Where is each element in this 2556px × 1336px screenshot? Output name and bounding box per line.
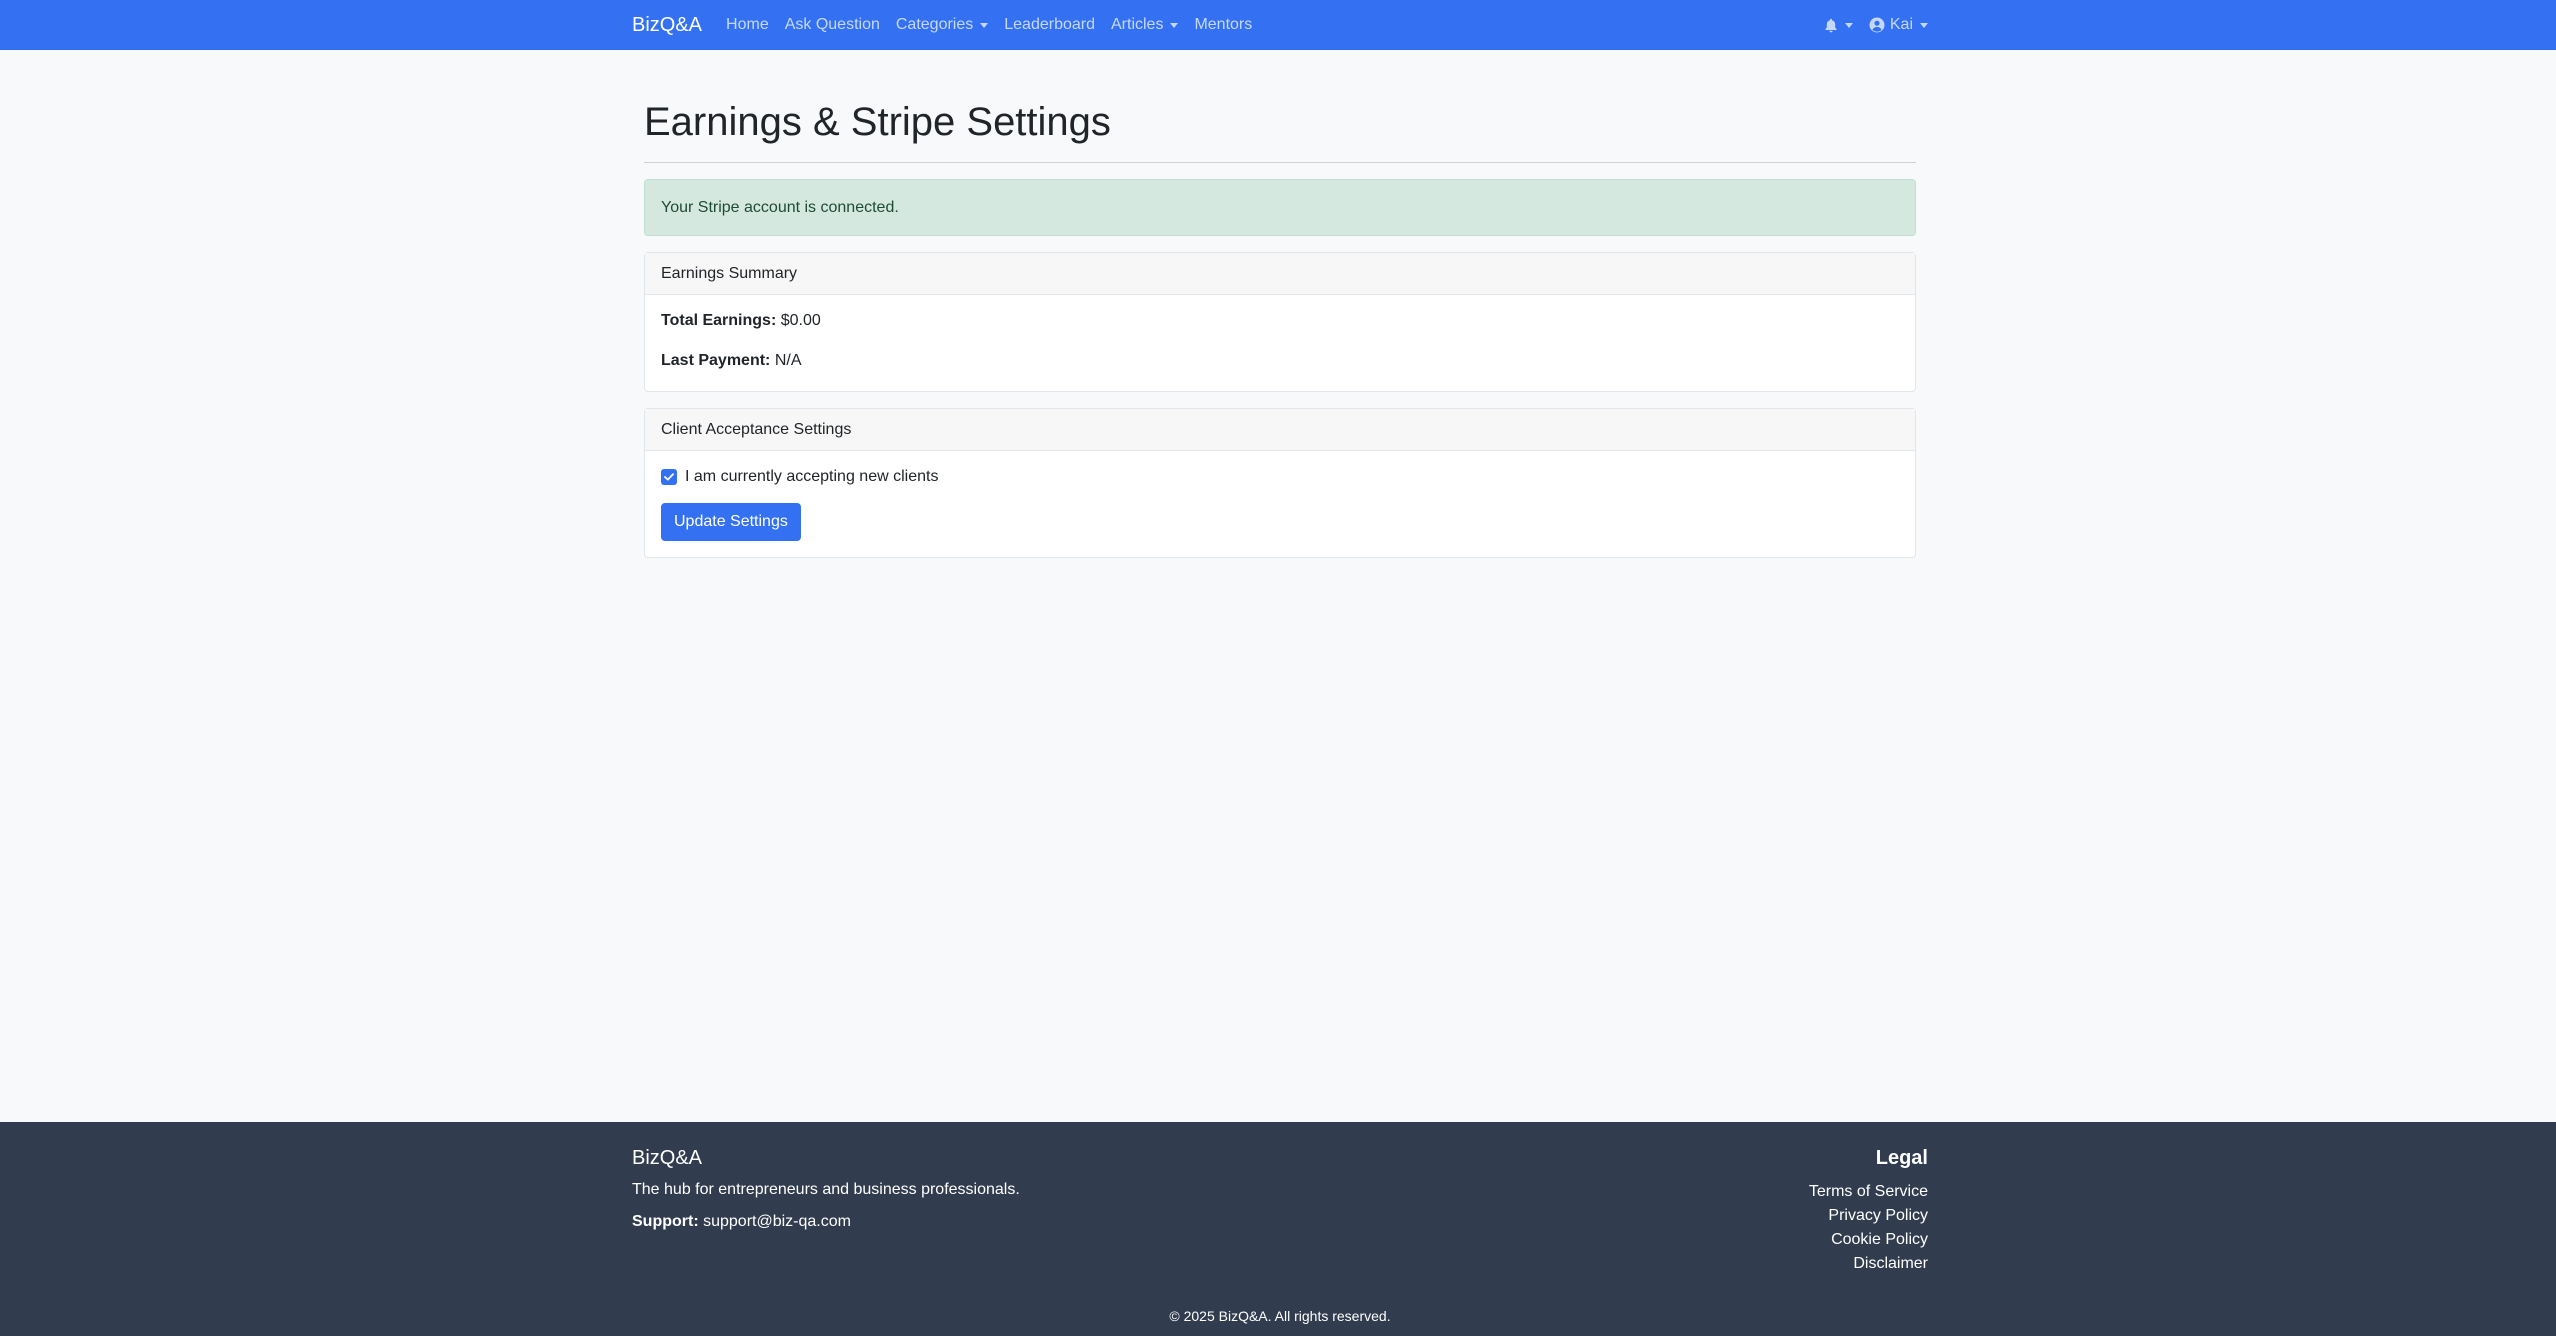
nav-link-label: Leaderboard xyxy=(1004,16,1095,33)
notifications-dropdown[interactable] xyxy=(1824,18,1853,33)
nav-link-ask-question[interactable]: Ask Question xyxy=(785,16,880,34)
update-settings-button[interactable]: Update Settings xyxy=(661,503,801,541)
support-label: Support: xyxy=(632,1213,699,1230)
brand-logo[interactable]: BizQ&A xyxy=(632,14,702,37)
nav-link-label: Ask Question xyxy=(784,16,880,33)
last-payment-value: N/A xyxy=(774,352,802,369)
card-header-title: Client Acceptance Settings xyxy=(661,420,852,438)
total-earnings-label: Total Earnings: xyxy=(661,312,777,329)
accepting-clients-option: I am currently accepting new clients xyxy=(661,467,1899,487)
nav-link-label: Categories xyxy=(895,16,974,33)
alert-text: Your Stripe account is connected. xyxy=(661,198,899,216)
total-earnings-value: $0.00 xyxy=(780,312,821,329)
support-email: support@biz-qa.com xyxy=(703,1213,851,1230)
footer-support: Support: support@biz-qa.com xyxy=(632,1212,1020,1232)
legal-heading: Legal xyxy=(1875,1147,1928,1169)
nav-link-home[interactable]: Home xyxy=(726,16,769,34)
footer-about: BizQ&A The hub for entrepreneurs and bus… xyxy=(632,1146,1020,1232)
accepting-clients-checkbox[interactable] xyxy=(661,469,677,485)
navbar-container: BizQ&A Home Ask Question Categories Lead… xyxy=(632,0,1928,50)
nav-link-mentors[interactable]: Mentors xyxy=(1194,16,1252,34)
checkmark-icon xyxy=(664,473,674,481)
nav-link-label: Articles xyxy=(1111,16,1164,33)
total-earnings-row: Total Earnings: $0.00 xyxy=(661,311,1899,331)
card-header-title: Earnings Summary xyxy=(661,264,798,282)
card-body: Total Earnings: $0.00 Last Payment: N/A xyxy=(645,295,1915,391)
user-name: Kai xyxy=(1889,16,1913,33)
caret-down-icon xyxy=(1170,22,1179,28)
legal-links: Terms of Service Privacy Policy Cookie P… xyxy=(1809,1180,1928,1276)
nav-links: Home Ask Question Categories Leaderboard… xyxy=(726,16,1268,34)
nav-dropdown-categories[interactable]: Categories xyxy=(895,16,989,34)
cookie-policy-link[interactable]: Cookie Policy xyxy=(1809,1228,1928,1252)
copyright-text: © 2025 BizQ&A. All rights reserved. xyxy=(1169,1308,1391,1324)
earnings-summary-card: Earnings Summary Total Earnings: $0.00 L… xyxy=(644,252,1916,392)
footer-container: BizQ&A The hub for entrepreneurs and bus… xyxy=(632,1122,1928,1336)
checkbox-label: I am currently accepting new clients xyxy=(685,468,939,485)
site-footer: BizQ&A The hub for entrepreneurs and bus… xyxy=(0,1122,2556,1336)
footer-legal: Legal Terms of Service Privacy Policy Co… xyxy=(1809,1146,1928,1276)
caret-down-icon xyxy=(980,22,989,28)
caret-down-icon xyxy=(1844,22,1853,28)
stripe-connected-alert: Your Stripe account is connected. xyxy=(644,179,1916,236)
client-acceptance-card: Client Acceptance Settings I am currentl… xyxy=(644,408,1916,558)
last-payment-label: Last Payment: xyxy=(661,352,771,369)
nav-dropdown-articles[interactable]: Articles xyxy=(1111,16,1179,34)
user-circle-icon xyxy=(1869,17,1885,33)
user-menu-dropdown[interactable]: Kai xyxy=(1869,16,1928,34)
footer-tagline: The hub for entrepreneurs and business p… xyxy=(632,1181,1020,1198)
page-title: Earnings & Stripe Settings xyxy=(644,98,1916,163)
nav-link-label: Home xyxy=(726,16,769,33)
terms-of-service-link[interactable]: Terms of Service xyxy=(1809,1180,1928,1204)
last-payment-row: Last Payment: N/A xyxy=(661,351,1899,371)
card-header: Client Acceptance Settings xyxy=(645,409,1915,451)
nav-link-leaderboard[interactable]: Leaderboard xyxy=(1004,16,1095,34)
navbar-right: Kai xyxy=(1808,16,1928,34)
disclaimer-link[interactable]: Disclaimer xyxy=(1809,1252,1928,1276)
main-content: Earnings & Stripe Settings Your Stripe a… xyxy=(644,50,1916,558)
bell-icon xyxy=(1825,18,1837,32)
nav-link-label: Mentors xyxy=(1194,16,1253,33)
card-header: Earnings Summary xyxy=(645,253,1915,295)
privacy-policy-link[interactable]: Privacy Policy xyxy=(1809,1204,1928,1228)
card-body: I am currently accepting new clients Upd… xyxy=(645,451,1915,557)
footer-brand: BizQ&A xyxy=(632,1147,703,1169)
caret-down-icon xyxy=(1920,22,1928,28)
top-navbar: BizQ&A Home Ask Question Categories Lead… xyxy=(0,0,2556,50)
